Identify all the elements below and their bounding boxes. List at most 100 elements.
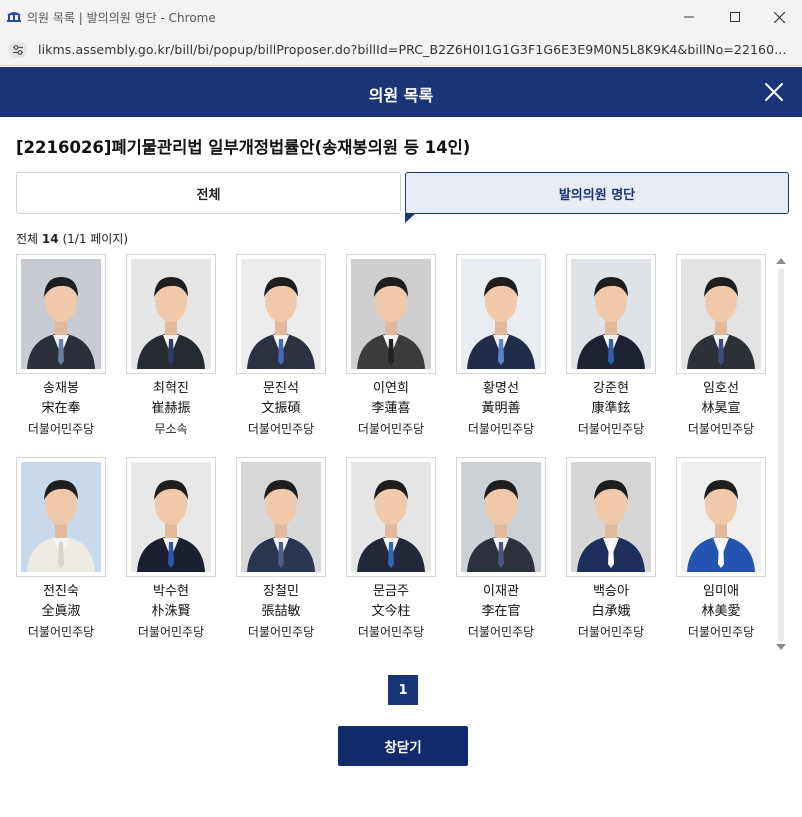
member-card[interactable]: 송재봉 宋在奉 더불어민주당	[16, 254, 106, 439]
member-card[interactable]: 백승아 白承娥 더불어민주당	[566, 457, 656, 642]
member-card[interactable]: 임호선 林昊宣 더불어민주당	[676, 254, 766, 439]
member-name: 임호선	[703, 381, 739, 396]
member-card[interactable]: 문진석 文振碩 더불어민주당	[236, 254, 326, 439]
member-party: 더불어민주당	[357, 625, 425, 639]
modal-title: 의원 목록	[368, 86, 434, 105]
close-icon	[773, 11, 785, 23]
member-portrait	[241, 259, 321, 369]
tab-active-pointer	[405, 213, 416, 223]
member-photo[interactable]	[126, 457, 216, 577]
member-portrait	[351, 462, 431, 572]
member-portrait	[571, 462, 651, 572]
count-total: 14	[41, 232, 59, 246]
member-name-hanja: 文振碩	[261, 401, 301, 416]
member-name-hanja: 全眞淑	[41, 604, 81, 619]
member-card[interactable]: 최혁진 崔赫振 무소속	[126, 254, 216, 439]
member-photo[interactable]	[676, 254, 766, 374]
member-card[interactable]: 박수현 朴洙賢 더불어민주당	[126, 457, 216, 642]
member-party: 더불어민주당	[27, 422, 95, 436]
member-name-hanja: 李在官	[481, 604, 521, 619]
result-count: 전체 14 (1/1 페이지)	[16, 230, 128, 247]
member-name: 강준현	[593, 381, 629, 396]
member-name-hanja: 文今柱	[371, 604, 411, 619]
member-party: 더불어민주당	[247, 625, 315, 639]
modal-header: 의원 목록	[0, 67, 802, 117]
member-name-hanja: 李蓮喜	[371, 401, 411, 416]
member-photo[interactable]	[126, 254, 216, 374]
grid-scrollbar[interactable]	[774, 254, 788, 654]
member-portrait	[241, 462, 321, 572]
url-text[interactable]: likms.assembly.go.kr/bill/bi/popup/billP…	[38, 42, 793, 57]
minimize-icon	[684, 16, 694, 18]
member-photo[interactable]	[346, 254, 436, 374]
count-pages: (1/1 페이지)	[62, 232, 129, 246]
member-photo[interactable]	[456, 254, 546, 374]
member-photo[interactable]	[236, 254, 326, 374]
member-card[interactable]: 문금주 文今柱 더불어민주당	[346, 457, 436, 642]
member-name: 임미애	[703, 584, 739, 599]
member-photo[interactable]	[346, 457, 436, 577]
scroll-up-icon[interactable]	[776, 258, 786, 264]
bill-title: [2216026]폐기물관리법 일부개정법률안(송재봉의원 등 14인)	[16, 138, 471, 157]
maximize-button[interactable]	[712, 0, 758, 34]
member-card[interactable]: 전진숙 全眞淑 더불어민주당	[16, 457, 106, 642]
member-portrait	[571, 259, 651, 369]
member-name: 이연희	[373, 381, 409, 396]
member-party: 더불어민주당	[467, 625, 535, 639]
member-card[interactable]: 임미애 林美愛 더불어민주당	[676, 457, 766, 642]
member-party: 무소속	[154, 422, 188, 436]
window-close-button[interactable]	[756, 0, 802, 34]
member-name-hanja: 黃明善	[481, 401, 521, 416]
member-card[interactable]: 황명선 黃明善 더불어민주당	[456, 254, 546, 439]
member-portrait	[461, 259, 541, 369]
member-portrait	[681, 462, 761, 572]
member-photo[interactable]	[566, 457, 656, 577]
member-name: 이재관	[483, 584, 519, 599]
member-name: 송재봉	[43, 381, 79, 396]
member-party: 더불어민주당	[687, 625, 755, 639]
member-name-hanja: 朴洙賢	[151, 604, 191, 619]
close-window-button[interactable]: 창닫기	[338, 726, 468, 766]
member-name: 황명선	[483, 381, 519, 396]
modal-close-icon[interactable]	[762, 80, 786, 104]
member-name: 박수현	[153, 584, 189, 599]
member-name: 장철민	[263, 584, 299, 599]
member-photo[interactable]	[16, 457, 106, 577]
scroll-thumb[interactable]	[778, 268, 784, 642]
member-portrait	[21, 259, 101, 369]
member-card[interactable]: 장철민 張喆敏 더불어민주당	[236, 457, 326, 642]
member-card[interactable]: 이재관 李在官 더불어민주당	[456, 457, 546, 642]
tab-proposers[interactable]: 발의의원 명단	[405, 172, 789, 214]
member-name-hanja: 康準鉉	[591, 401, 631, 416]
member-name: 문금주	[373, 584, 409, 599]
maximize-icon	[730, 12, 740, 22]
member-party: 더불어민주당	[577, 422, 645, 436]
member-name-hanja: 林昊宣	[701, 401, 741, 416]
member-card[interactable]: 강준현 康準鉉 더불어민주당	[566, 254, 656, 439]
scroll-down-icon[interactable]	[776, 644, 786, 650]
member-photo[interactable]	[566, 254, 656, 374]
member-name: 최혁진	[153, 381, 189, 396]
member-photo[interactable]	[676, 457, 766, 577]
member-name-hanja: 宋在奉	[41, 401, 81, 416]
member-party: 더불어민주당	[357, 422, 425, 436]
tab-all[interactable]: 전체	[16, 172, 401, 214]
site-settings-icon[interactable]	[8, 41, 28, 59]
member-portrait	[681, 259, 761, 369]
member-name-hanja: 林美愛	[701, 604, 741, 619]
minimize-button[interactable]	[666, 0, 712, 34]
member-name: 문진석	[263, 381, 299, 396]
member-party: 더불어민주당	[467, 422, 535, 436]
member-photo[interactable]	[16, 254, 106, 374]
member-party: 더불어민주당	[687, 422, 755, 436]
member-party: 더불어민주당	[577, 625, 645, 639]
member-name-hanja: 張喆敏	[261, 604, 301, 619]
member-name: 백승아	[593, 584, 629, 599]
page-button-current[interactable]: 1	[388, 675, 418, 705]
window-title-bar: 의원 목록 | 발의의원 명단 - Chrome	[0, 0, 802, 34]
member-photo[interactable]	[456, 457, 546, 577]
address-bar[interactable]: likms.assembly.go.kr/bill/bi/popup/billP…	[0, 34, 802, 66]
member-card[interactable]: 이연희 李蓮喜 더불어민주당	[346, 254, 436, 439]
member-photo[interactable]	[236, 457, 326, 577]
member-portrait	[131, 462, 211, 572]
